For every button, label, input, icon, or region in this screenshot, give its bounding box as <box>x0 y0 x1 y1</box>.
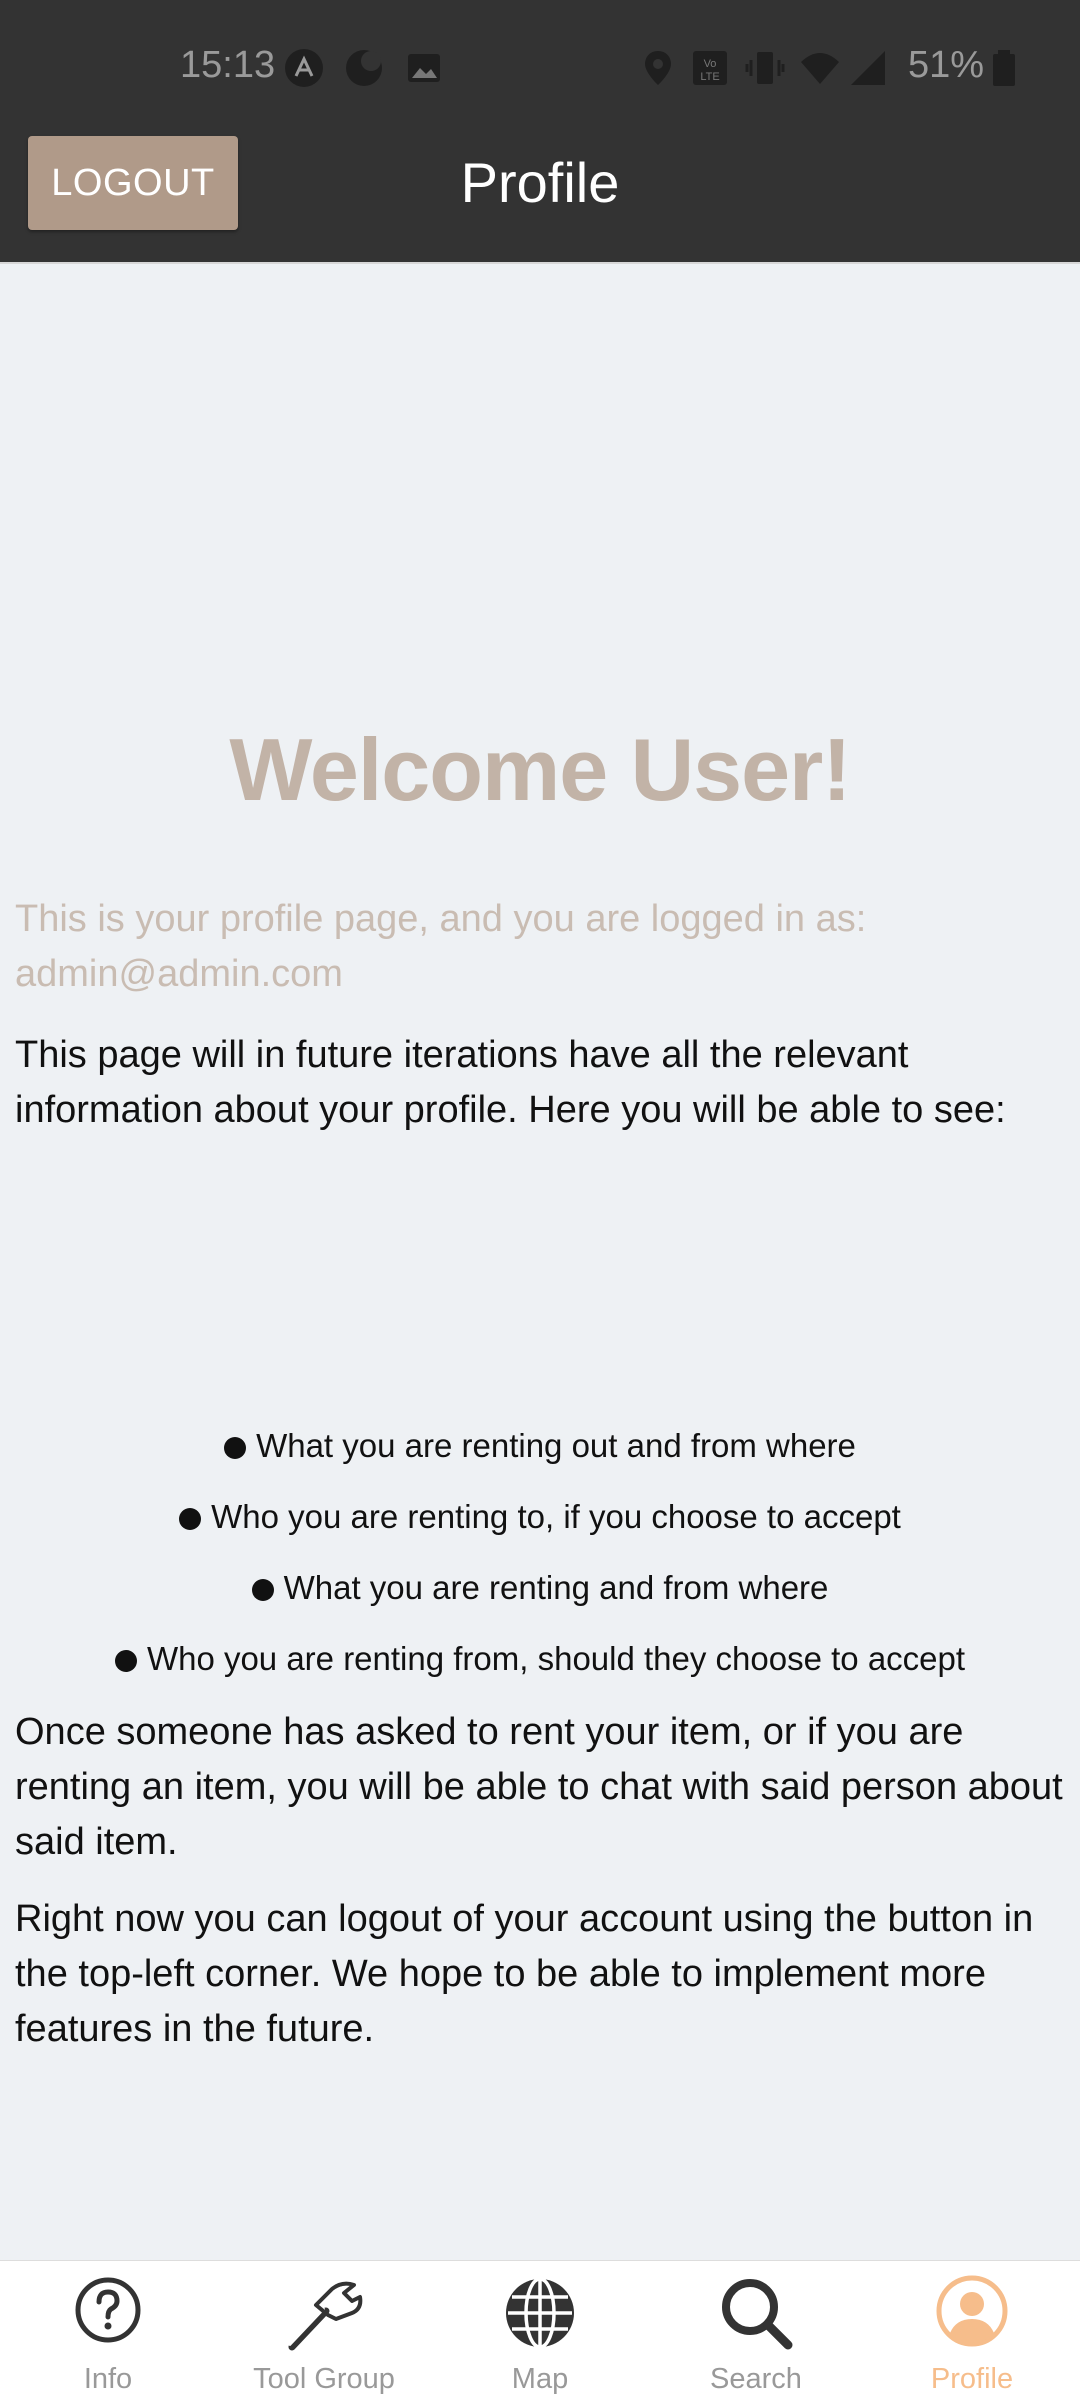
tab-label: Tool Group <box>253 2363 395 2395</box>
list-item-text: Who you are renting to, if you choose to… <box>211 1498 901 1535</box>
tab-tool-group[interactable]: Tool Group <box>216 2261 432 2401</box>
volte-icon: VoLTE <box>693 51 727 85</box>
tab-search[interactable]: Search <box>648 2261 864 2401</box>
location-icon <box>645 51 671 85</box>
svg-text:LTE: LTE <box>700 71 719 83</box>
vibrate-icon <box>745 52 785 84</box>
bottom-tab-bar: Info Tool Group Map Search Profile <box>0 2260 1080 2401</box>
logged-in-text: This is your profile page, and you are l… <box>15 898 867 995</box>
feature-list: What you are renting out and from where … <box>0 1416 1080 1700</box>
image-icon <box>408 54 440 82</box>
hammer-icon <box>288 2281 363 2351</box>
bullet-dot <box>114 1650 137 1672</box>
tab-label: Search <box>710 2363 802 2395</box>
chat-paragraph: Once someone has asked to rent your item… <box>15 1711 1063 1863</box>
profile-content: Welcome User! This is your profile page,… <box>0 264 1080 2260</box>
status-bar: 15:13 Vo LTE 51% <box>0 0 1080 130</box>
intro-paragraph: This page will in future iterations have… <box>15 1034 1006 1131</box>
list-item-text: Who you are renting from, should they ch… <box>146 1640 966 1677</box>
list-item-text: What you are renting out and from where <box>256 1427 856 1464</box>
battery-percent: 51% <box>908 44 985 86</box>
app-icon <box>285 49 323 87</box>
list-item: What you are renting out and from where <box>0 1416 1080 1487</box>
search-icon <box>722 2279 793 2350</box>
signal-icon <box>851 51 885 85</box>
globe-icon <box>506 2277 574 2349</box>
app-bar: LOGOUT Profile <box>0 130 1080 264</box>
question-circle-icon <box>75 2277 141 2343</box>
list-item: Who you are renting from, should they ch… <box>0 1629 1080 1700</box>
list-item: Who you are renting to, if you choose to… <box>0 1487 1080 1558</box>
bullet-dot <box>179 1508 202 1530</box>
bullet-dot <box>251 1579 274 1601</box>
tab-profile[interactable]: Profile <box>864 2261 1080 2401</box>
wifi-icon <box>801 53 839 84</box>
list-item: What you are renting and from where <box>0 1558 1080 1629</box>
tab-label: Map <box>511 2363 569 2395</box>
tab-label: Profile <box>930 2363 1014 2395</box>
welcome-heading: Welcome User! <box>229 720 851 819</box>
tab-info[interactable]: Info <box>0 2261 216 2401</box>
moon-icon <box>346 50 382 86</box>
svg-text:Vo: Vo <box>704 58 717 70</box>
logout-paragraph: Right now you can logout of your account… <box>15 1898 1034 2050</box>
bullet-dot <box>224 1437 247 1459</box>
battery-icon <box>993 50 1015 86</box>
tab-map[interactable]: Map <box>432 2261 648 2401</box>
status-time: 15:13 <box>180 44 276 86</box>
page-title: Profile <box>460 151 620 214</box>
user-circle-icon <box>936 2275 1008 2347</box>
list-item-text: What you are renting and from where <box>283 1569 829 1606</box>
tab-label: Info <box>83 2363 133 2395</box>
